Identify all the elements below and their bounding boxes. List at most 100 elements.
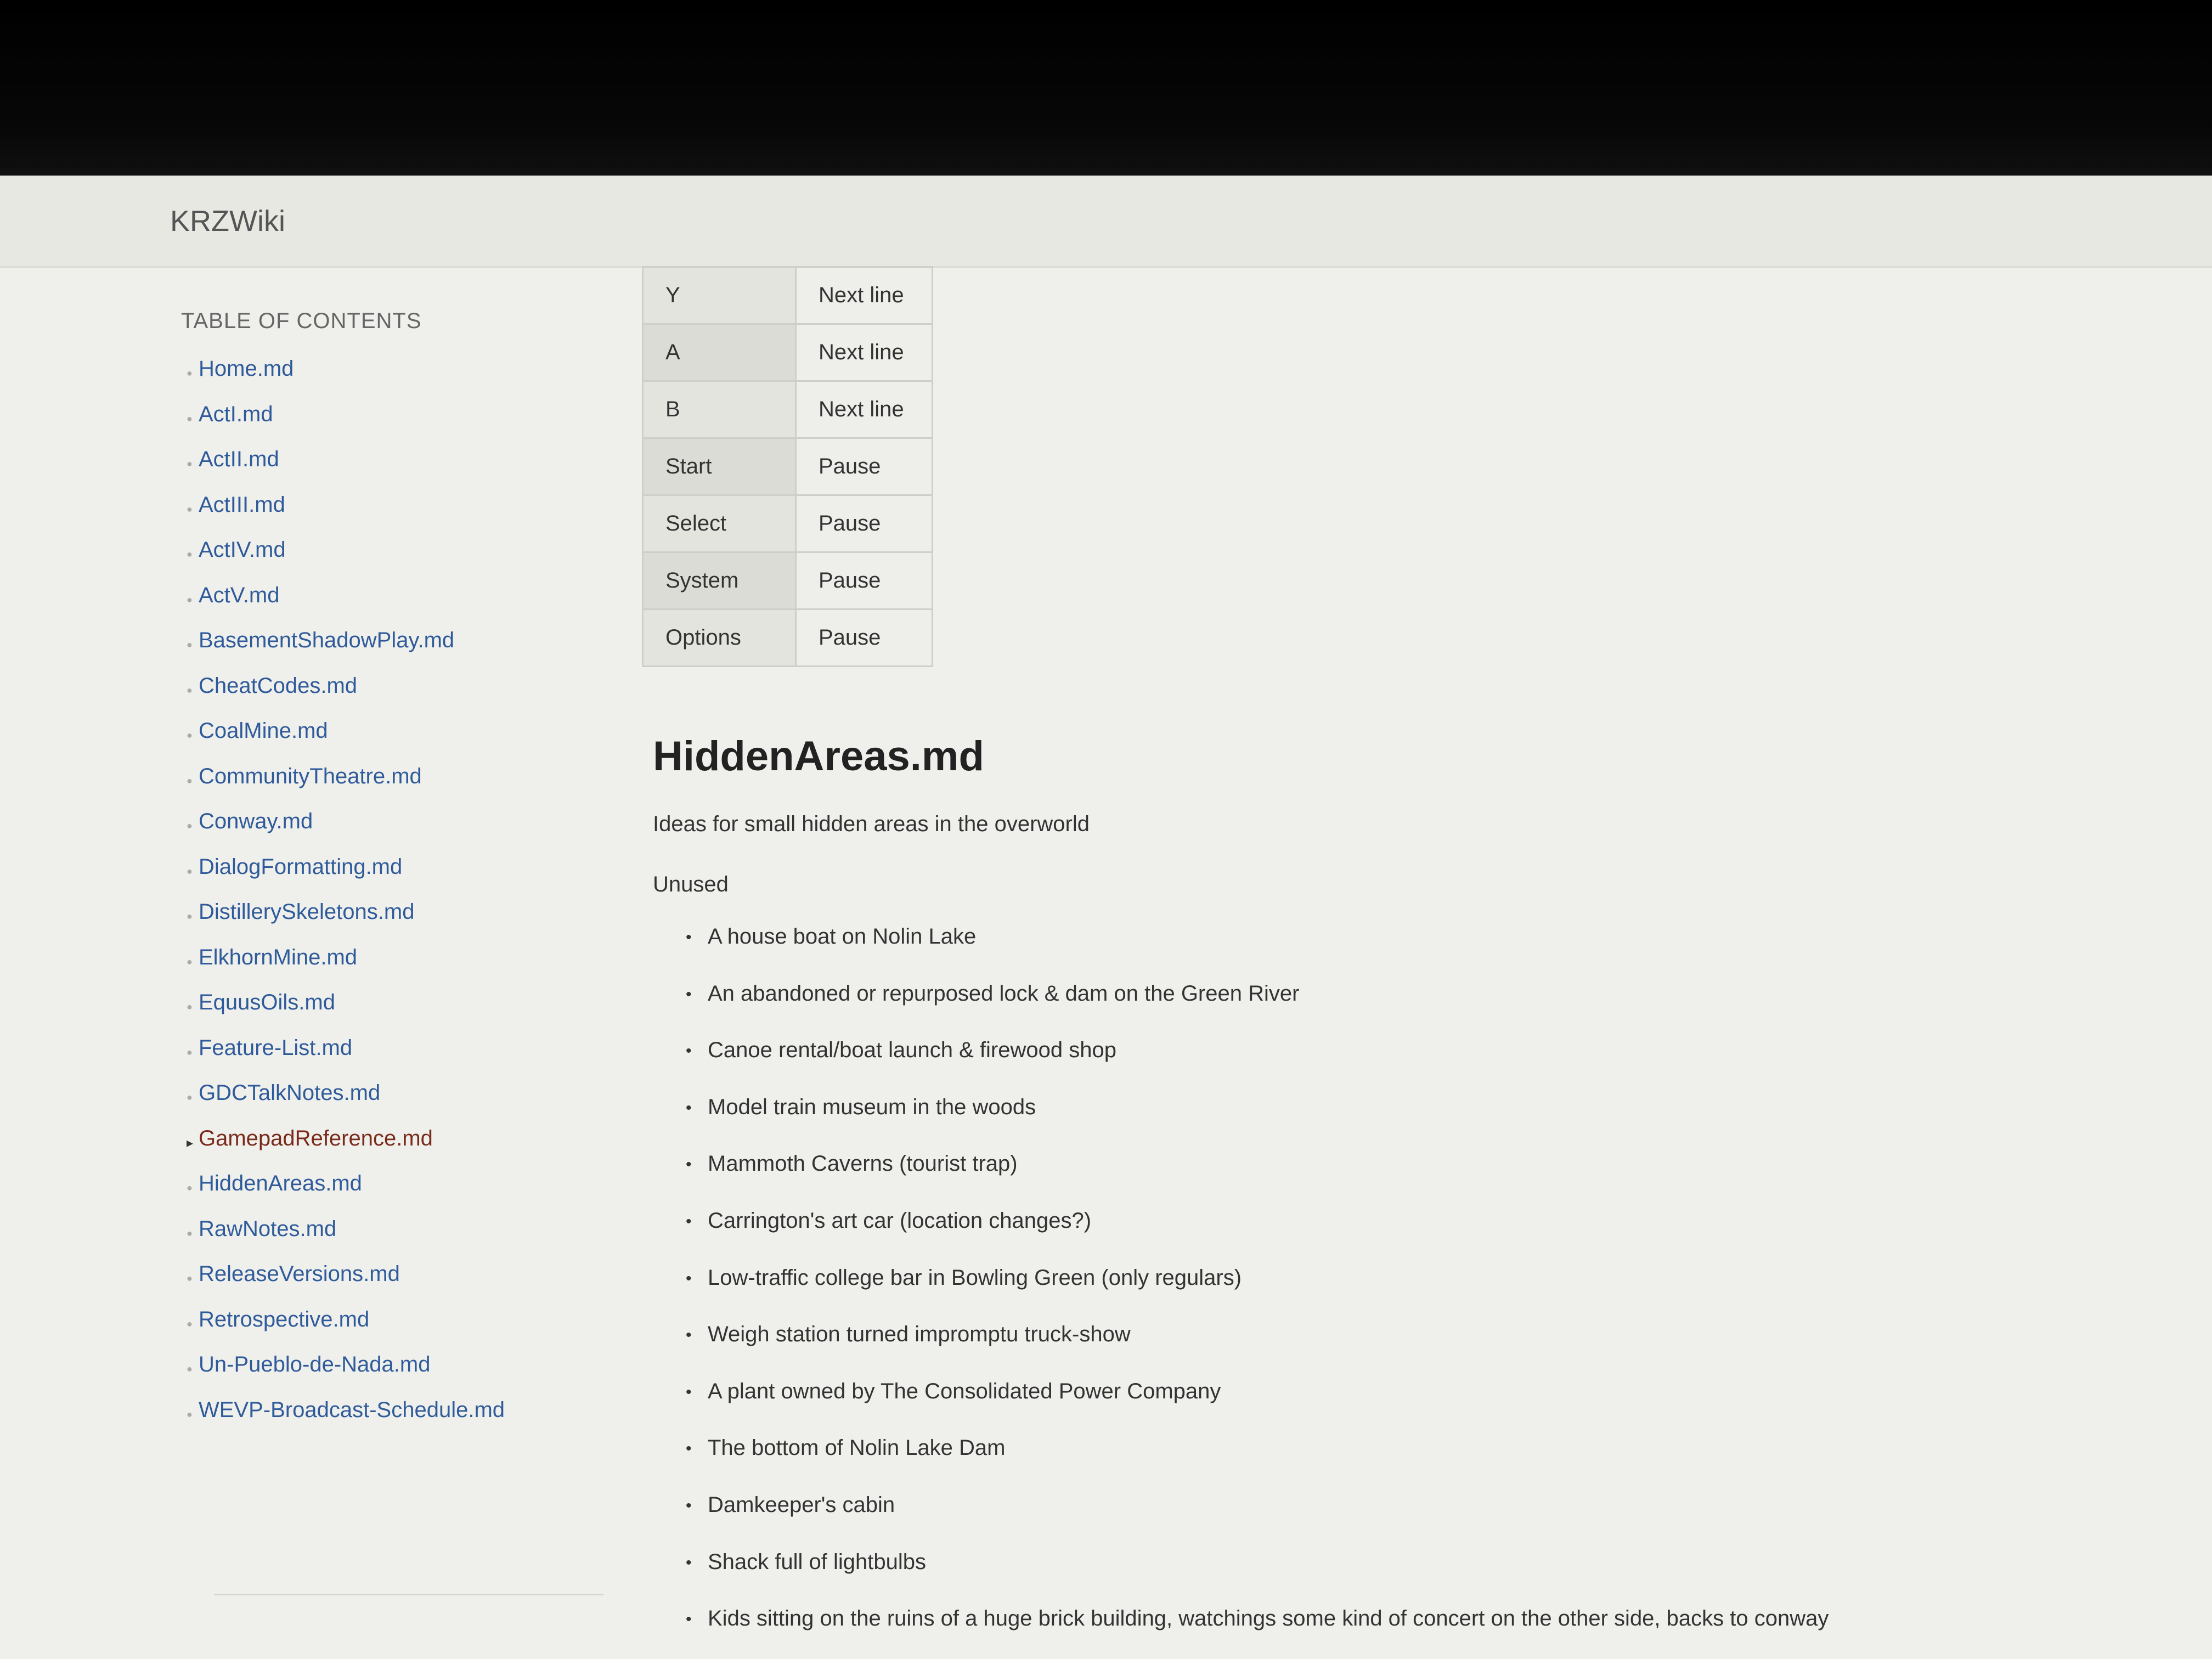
toc-item-coal-mine[interactable]: ● CoalMine.md [187,719,505,764]
list-item: Kids sitting on the ruins of a huge bric… [686,1606,1829,1659]
toc-item-label: DistillerySkeletons.md [199,900,415,924]
toc-item-label: CommunityTheatre.md [199,764,422,788]
browser-viewport: KRZWiki TABLE OF CONTENTS ● Home.md ● ActI… [0,176,2212,1659]
bullet-icon: ● [187,639,193,650]
hidden-areas-list: A house boat on Nolin Lake An abandoned … [686,924,1829,1659]
list-item: A plant owned by The Consolidated Power … [686,1379,1829,1436]
toc-item-basement-shadow-play[interactable]: ● BasementShadowPlay.md [187,628,505,674]
bullet-icon: ● [187,1318,193,1329]
toc-item-gamepad-reference[interactable]: ▸ GamepadReference.md [187,1126,505,1172]
table-cell-button: Select [642,494,797,553]
toc-item-home[interactable]: ● Home.md [187,357,505,402]
table-cell-button: Start [642,437,797,496]
site-brand-link[interactable]: KRZWiki [170,204,285,238]
list-item: Shack full of lightbulbs [686,1550,1829,1607]
toc-item-label: ActI.md [199,402,273,426]
list-item: Model train museum in the woods [686,1095,1829,1152]
bullet-icon: ● [187,503,193,515]
bullet-icon: ● [187,1227,193,1239]
toc-item-un-pueblo-de-nada[interactable]: ● Un-Pueblo-de-Nada.md [187,1352,505,1398]
bullet-icon: ● [187,1001,193,1012]
table-cell-action: Pause [795,494,933,553]
table-cell-button: A [642,323,797,382]
toc-item-cheat-codes[interactable]: ● CheatCodes.md [187,674,505,719]
toc-item-gdc-talk-notes[interactable]: ● GDCTalkNotes.md [187,1081,505,1126]
toc-divider [214,1594,603,1595]
toc-item-act-iii[interactable]: ● ActIII.md [187,493,505,538]
toc-item-release-versions[interactable]: ● ReleaseVersions.md [187,1262,505,1307]
toc-item-label: CoalMine.md [199,719,328,743]
bullet-icon: ● [187,1182,193,1193]
table-row: B Next line [642,380,933,439]
table-row: Start Pause [642,437,933,496]
toc-item-label: ElkhornMine.md [199,945,358,969]
table-row: System Pause [642,551,933,610]
list-item: The bottom of Nolin Lake Dam [686,1436,1829,1493]
section-label: Unused [653,872,729,896]
toc-item-label: Retrospective.md [199,1307,370,1331]
toc-item-dialog-formatting[interactable]: ● DialogFormatting.md [187,855,505,900]
list-item: Damkeeper's cabin [686,1493,1829,1550]
toc-item-distillery-skeletons[interactable]: ● DistillerySkeletons.md [187,900,505,945]
table-cell-action: Next line [795,323,933,382]
toc-item-label: Home.md [199,357,294,381]
toc-item-act-v[interactable]: ● ActV.md [187,583,505,629]
bullet-icon: ● [187,684,193,696]
bullet-icon: ● [187,368,193,379]
toc-item-conway[interactable]: ● Conway.md [187,809,505,855]
main-content: Y Next line A Next line B Next line Star… [642,266,2178,1659]
bullet-icon: ● [187,413,193,424]
bullet-icon: ● [187,956,193,967]
bullet-icon: ● [187,820,193,831]
list-item: Carrington's art car (location changes?) [686,1209,1829,1266]
table-row: Y Next line [642,266,933,325]
table-cell-action: Pause [795,437,933,496]
list-item: Weigh station turned impromptu truck-sho… [686,1322,1829,1379]
bullet-icon: ● [187,1408,193,1420]
table-cell-action: Next line [795,266,933,325]
gamepad-controls-table: Y Next line A Next line B Next line Star… [642,266,933,667]
toc-item-hidden-areas[interactable]: ● HiddenAreas.md [187,1171,505,1217]
table-row: Select Pause [642,494,933,553]
toc-item-label: ActIII.md [199,492,285,517]
list-item: An abandoned or repurposed lock & dam on… [686,981,1829,1039]
toc-item-label: GDCTalkNotes.md [199,1081,381,1105]
toc-item-label: ReleaseVersions.md [199,1262,400,1286]
bullet-icon: ● [187,1273,193,1284]
toc-item-retrospective[interactable]: ● Retrospective.md [187,1307,505,1353]
toc-item-label: ActIV.md [199,538,286,562]
toc-item-label: HiddenAreas.md [199,1171,362,1195]
toc-heading: TABLE OF CONTENTS [181,309,422,333]
bullet-icon: ● [187,1092,193,1103]
toc-item-act-ii[interactable]: ● ActII.md [187,447,505,493]
toc-item-raw-notes[interactable]: ● RawNotes.md [187,1217,505,1262]
list-item: Canoe rental/boat launch & firewood shop [686,1038,1829,1095]
toc-item-feature-list[interactable]: ● Feature-List.md [187,1036,505,1081]
toc-item-wevp-broadcast-schedule[interactable]: ● WEVP-Broadcast-Schedule.md [187,1398,505,1443]
toc-item-elkhorn-mine[interactable]: ● ElkhornMine.md [187,945,505,991]
toc-item-label: Conway.md [199,809,313,833]
table-cell-button: B [642,380,797,439]
table-row: Options Pause [642,608,933,667]
toc-item-community-theatre[interactable]: ● CommunityTheatre.md [187,764,505,810]
bullet-icon: ● [187,865,193,877]
bullet-icon: ● [187,1046,193,1058]
table-cell-button: Options [642,608,797,667]
list-item: A house boat on Nolin Lake [686,924,1829,981]
bullet-icon: ● [187,549,193,560]
bullet-icon: ● [187,911,193,922]
bullet-icon: ● [187,775,193,786]
page-intro: Ideas for small hidden areas in the over… [653,812,1090,836]
table-cell-button: System [642,551,797,610]
table-cell-button: Y [642,266,797,325]
toc-item-label: DialogFormatting.md [199,854,403,879]
toc-item-label: ActII.md [199,447,279,471]
toc-item-label: WEVP-Broadcast-Schedule.md [199,1397,505,1422]
toc-item-act-i[interactable]: ● ActI.md [187,402,505,448]
toc-item-act-iv[interactable]: ● ActIV.md [187,538,505,583]
toc-item-label: ActV.md [199,583,280,607]
toc-item-label: Un-Pueblo-de-Nada.md [199,1352,431,1376]
bullet-icon: ● [187,594,193,605]
toc-item-equus-oils[interactable]: ● EquusOils.md [187,990,505,1036]
toc-list: ● Home.md ● ActI.md ● ActII.md ● ActIII.md ●… [187,357,505,1443]
